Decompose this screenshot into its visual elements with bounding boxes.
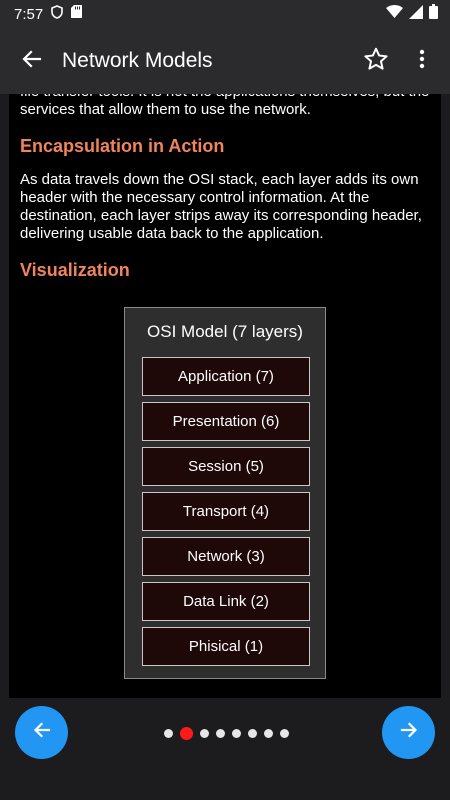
- app-bar: Network Models: [0, 28, 450, 94]
- more-vert-icon: [419, 49, 425, 74]
- diagram-title: OSI Model (7 layers): [147, 322, 303, 341]
- arrow-back-icon: [22, 49, 42, 74]
- vpn-shield-icon: [51, 4, 64, 24]
- signal-icon: [409, 4, 423, 24]
- content-panel[interactable]: file transfer tools. It is not the appli…: [9, 94, 441, 698]
- page-dot[interactable]: [280, 729, 289, 738]
- article-body: file transfer tools. It is not the appli…: [20, 94, 440, 295]
- status-time: 7:57: [14, 5, 44, 23]
- page-dot[interactable]: [264, 729, 273, 738]
- osi-layer-data-link: Data Link (2): [142, 582, 310, 621]
- arrow-forward-icon: [399, 720, 419, 745]
- osi-layer-transport: Transport (4): [142, 492, 310, 531]
- sd-card-icon: [71, 5, 83, 23]
- section-heading-encapsulation: Encapsulation in Action: [20, 136, 225, 156]
- section-heading-visualization: Visualization: [20, 260, 130, 280]
- star-outline-icon: [363, 46, 389, 77]
- wifi-icon: [386, 5, 403, 23]
- more-options-button[interactable]: [404, 37, 440, 85]
- osi-layer-session: Session (5): [142, 447, 310, 486]
- back-button[interactable]: [2, 28, 62, 94]
- page-indicator: [164, 727, 289, 740]
- page-title: Network Models: [62, 49, 213, 72]
- page-dot[interactable]: [216, 729, 225, 738]
- page-dot[interactable]: [232, 729, 241, 738]
- encapsulation-paragraph: As data travels down the OSI stack, each…: [20, 171, 422, 242]
- osi-layer-network: Network (3): [142, 537, 310, 576]
- favorite-button[interactable]: [352, 37, 400, 85]
- osi-layer-presentation: Presentation (6): [142, 402, 310, 441]
- previous-page-button[interactable]: [15, 706, 68, 759]
- battery-icon: [429, 4, 438, 24]
- osi-model-diagram: OSI Model (7 layers) Application (7) Pre…: [124, 307, 326, 679]
- page-navigation: [0, 698, 450, 800]
- page-dot[interactable]: [200, 729, 209, 738]
- status-bar: 7:57: [0, 0, 450, 28]
- intro-paragraph: file transfer tools. It is not the appli…: [20, 94, 429, 118]
- arrow-back-icon: [32, 720, 52, 745]
- page-dot[interactable]: [164, 729, 173, 738]
- osi-layer-application: Application (7): [142, 357, 310, 396]
- next-page-button[interactable]: [382, 706, 435, 759]
- osi-layer-physical: Phisical (1): [142, 627, 310, 666]
- page-dot[interactable]: [248, 729, 257, 738]
- page-dot-active[interactable]: [180, 727, 193, 740]
